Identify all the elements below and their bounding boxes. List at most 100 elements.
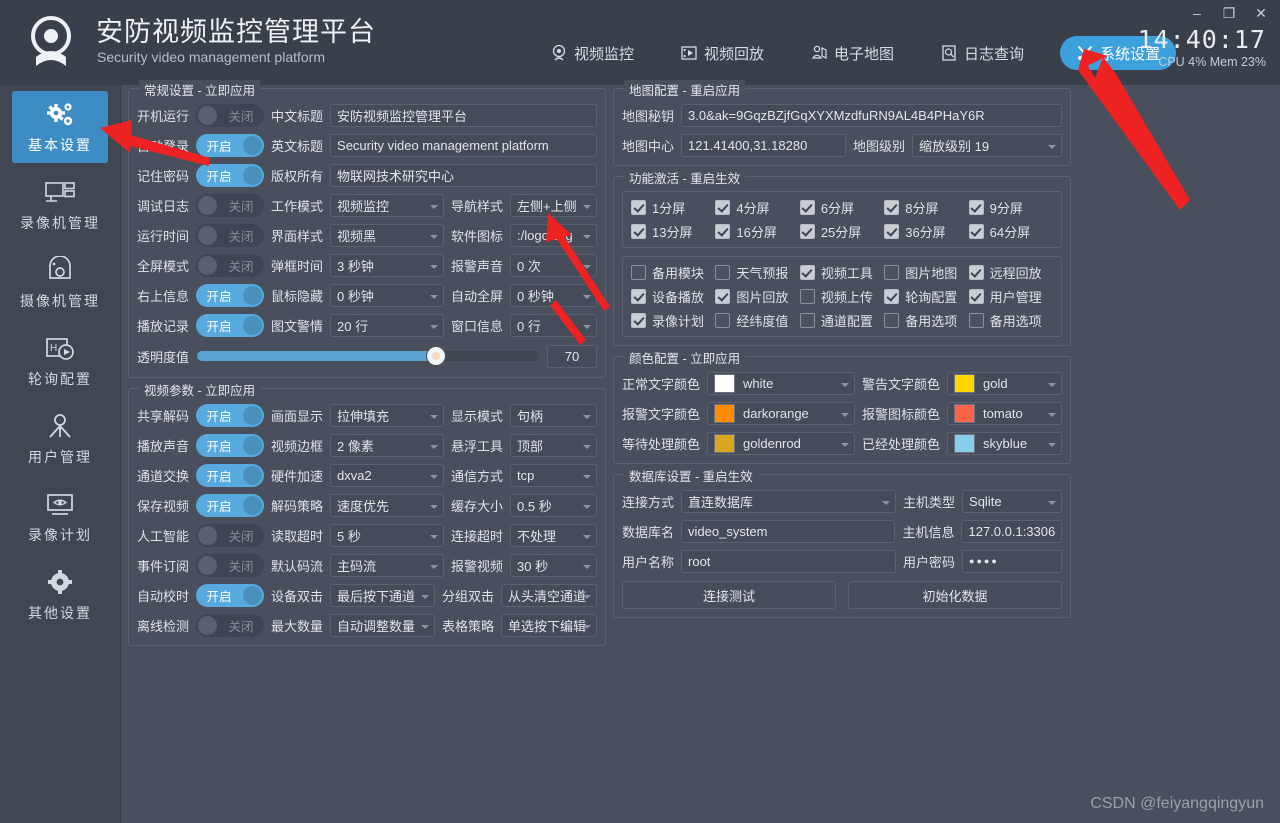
- decode-strategy-combo[interactable]: 速度优先: [330, 494, 444, 517]
- checkbox-icon[interactable]: [884, 289, 899, 304]
- display-mode-combo[interactable]: 句柄: [510, 404, 597, 427]
- table-strategy-combo[interactable]: 单选按下编辑: [501, 614, 597, 637]
- checkbox-split-1[interactable]: 1分屏: [631, 198, 715, 217]
- nav-item-log-query[interactable]: 日志查询: [930, 36, 1034, 70]
- sidebar-item-record-plan[interactable]: 录像计划: [12, 481, 108, 553]
- checkbox-icon[interactable]: [631, 289, 646, 304]
- checkbox-split-13[interactable]: 13分屏: [631, 222, 715, 241]
- auto-fullscreen-combo[interactable]: 0 秒钟: [510, 284, 597, 307]
- map-level-combo[interactable]: 缩放级别 19: [912, 134, 1062, 157]
- checkbox-icon[interactable]: [800, 265, 815, 280]
- init-data-button[interactable]: 初始化数据: [848, 581, 1062, 609]
- auto-login-toggle[interactable]: 开启: [196, 134, 264, 157]
- alarm-icon-color-combo[interactable]: tomato: [947, 402, 1062, 425]
- processed-color-combo[interactable]: skyblue: [947, 432, 1062, 455]
- topright-info-toggle[interactable]: 开启: [196, 284, 264, 307]
- opacity-slider[interactable]: [197, 351, 539, 361]
- slider-handle[interactable]: [426, 346, 446, 366]
- ai-toggle[interactable]: 关闭: [196, 524, 264, 547]
- connect-timeout-combo[interactable]: 不处理: [510, 524, 597, 547]
- alarm-sound-combo[interactable]: 0 次: [510, 254, 597, 277]
- english-title-input[interactable]: Security video management platform: [330, 134, 597, 157]
- float-toolbar-combo[interactable]: 顶部: [510, 434, 597, 457]
- nav-item-electronic-map[interactable]: 电子地图: [800, 36, 904, 70]
- username-input[interactable]: root: [681, 550, 896, 573]
- connection-mode-combo[interactable]: 直连数据库: [681, 490, 896, 513]
- host-info-input[interactable]: 127.0.0.1:3306: [961, 520, 1062, 543]
- work-mode-combo[interactable]: 视频监控: [330, 194, 444, 217]
- checkbox-icon[interactable]: [631, 200, 646, 215]
- map-center-input[interactable]: 121.41400,31.18280: [681, 134, 846, 157]
- connection-test-button[interactable]: 连接测试: [622, 581, 836, 609]
- chinese-title-input[interactable]: 安防视频监控管理平台: [330, 104, 597, 127]
- checkbox-video-upload[interactable]: 视频上传: [800, 287, 884, 306]
- sidebar-item-polling-config[interactable]: H 轮询配置: [12, 325, 108, 397]
- checkbox-icon[interactable]: [800, 224, 815, 239]
- alarm-text-color-combo[interactable]: darkorange: [707, 402, 855, 425]
- checkbox-icon[interactable]: [884, 224, 899, 239]
- group-dblclick-combo[interactable]: 从头清空通道: [501, 584, 597, 607]
- checkbox-icon[interactable]: [969, 313, 984, 328]
- software-icon-combo[interactable]: :/logo.svg: [510, 224, 597, 247]
- alarm-text-lines-combo[interactable]: 20 行: [330, 314, 444, 337]
- checkbox-icon[interactable]: [715, 313, 730, 328]
- shared-decode-toggle[interactable]: 开启: [196, 404, 264, 427]
- checkbox-icon[interactable]: [969, 265, 984, 280]
- close-button[interactable]: ✕: [1252, 4, 1270, 22]
- checkbox-split-36[interactable]: 36分屏: [884, 222, 968, 241]
- password-input[interactable]: ●●●●: [962, 550, 1062, 573]
- remember-password-toggle[interactable]: 开启: [196, 164, 264, 187]
- checkbox-split-64[interactable]: 64分屏: [969, 222, 1053, 241]
- checkbox-icon[interactable]: [715, 265, 730, 280]
- checkbox-spare-module[interactable]: 备用模块: [631, 263, 715, 282]
- popup-duration-combo[interactable]: 3 秒钟: [330, 254, 444, 277]
- communication-mode-combo[interactable]: tcp: [510, 464, 597, 487]
- checkbox-icon[interactable]: [631, 224, 646, 239]
- sidebar-item-nvr-management[interactable]: 录像机管理: [12, 169, 108, 241]
- picture-display-combo[interactable]: 拉伸填充: [330, 404, 444, 427]
- checkbox-icon[interactable]: [800, 289, 815, 304]
- channel-swap-toggle[interactable]: 开启: [196, 464, 264, 487]
- nav-item-video-monitor[interactable]: 视频监控: [540, 36, 644, 70]
- run-time-toggle[interactable]: 关闭: [196, 224, 264, 247]
- window-info-combo[interactable]: 0 行: [510, 314, 597, 337]
- auto-time-sync-toggle[interactable]: 开启: [196, 584, 264, 607]
- play-sound-toggle[interactable]: 开启: [196, 434, 264, 457]
- event-subscribe-toggle[interactable]: 关闭: [196, 554, 264, 577]
- checkbox-image-playback[interactable]: 图片回放: [715, 287, 799, 306]
- save-video-toggle[interactable]: 开启: [196, 494, 264, 517]
- checkbox-split-16[interactable]: 16分屏: [715, 222, 799, 241]
- map-key-input[interactable]: 3.0&ak=9GqzBZjfGqXYXMzdfuRN9AL4B4PHaY6R: [681, 104, 1062, 127]
- play-record-toggle[interactable]: 开启: [196, 314, 264, 337]
- warning-text-color-combo[interactable]: gold: [947, 372, 1062, 395]
- checkbox-channel-config[interactable]: 通道配置: [800, 311, 884, 330]
- checkbox-split-6[interactable]: 6分屏: [800, 198, 884, 217]
- alarm-video-combo[interactable]: 30 秒: [510, 554, 597, 577]
- checkbox-icon[interactable]: [969, 200, 984, 215]
- sidebar-item-basic-settings[interactable]: 基本设置: [12, 91, 108, 163]
- sidebar-item-user-management[interactable]: 用户管理: [12, 403, 108, 475]
- debug-log-toggle[interactable]: 关闭: [196, 194, 264, 217]
- checkbox-icon[interactable]: [800, 200, 815, 215]
- minimize-button[interactable]: –: [1188, 4, 1206, 22]
- buffer-size-combo[interactable]: 0.5 秒: [510, 494, 597, 517]
- nav-style-combo[interactable]: 左侧+上侧: [510, 194, 597, 217]
- fullscreen-mode-toggle[interactable]: 关闭: [196, 254, 264, 277]
- offline-detect-toggle[interactable]: 关闭: [196, 614, 264, 637]
- default-stream-combo[interactable]: 主码流: [330, 554, 444, 577]
- checkbox-user-management[interactable]: 用户管理: [969, 287, 1053, 306]
- database-name-input[interactable]: video_system: [681, 520, 895, 543]
- checkbox-icon[interactable]: [969, 289, 984, 304]
- checkbox-icon[interactable]: [884, 200, 899, 215]
- checkbox-record-plan[interactable]: 录像计划: [631, 311, 715, 330]
- read-timeout-combo[interactable]: 5 秒: [330, 524, 444, 547]
- boot-run-toggle[interactable]: 关闭: [196, 104, 264, 127]
- checkbox-spare-option-2[interactable]: 备用选项: [969, 311, 1053, 330]
- nav-item-video-playback[interactable]: 视频回放: [670, 36, 774, 70]
- host-type-combo[interactable]: Sqlite: [962, 490, 1062, 513]
- pending-color-combo[interactable]: goldenrod: [707, 432, 855, 455]
- checkbox-split-9[interactable]: 9分屏: [969, 198, 1053, 217]
- checkbox-latlng-value[interactable]: 经纬度值: [715, 311, 799, 330]
- device-dblclick-combo[interactable]: 最后按下通道: [330, 584, 435, 607]
- checkbox-icon[interactable]: [800, 313, 815, 328]
